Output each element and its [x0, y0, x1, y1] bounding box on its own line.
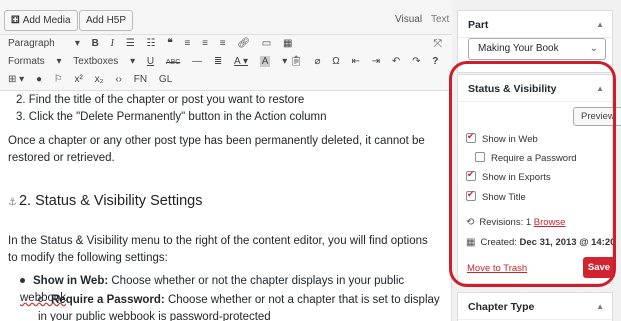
- link-icon[interactable]: 🔗︎: [237, 38, 250, 49]
- webbook-word: webbook: [108, 311, 156, 321]
- blockquote-icon[interactable]: ❝: [167, 38, 172, 49]
- anchor-icon[interactable]: ⚐: [54, 74, 63, 85]
- toolbar-toggle-icon[interactable]: ▦: [283, 38, 292, 49]
- tab-text[interactable]: Text: [431, 14, 449, 25]
- revisions-info: ⟲ Revisions: 1 Browse: [466, 217, 566, 228]
- move-to-trash-link[interactable]: Move to Trash: [467, 263, 527, 274]
- undo-icon[interactable]: ↶: [392, 56, 400, 67]
- created-info: ▦ Created: Dec 31, 2013 @ 14:20: [466, 237, 616, 248]
- media-bar: ⚃ Add Media Add H5P Visual Text: [0, 0, 452, 34]
- part-select[interactable]: Making Your Book ⌄: [468, 38, 606, 60]
- add-h5p-button[interactable]: Add H5P: [79, 10, 134, 31]
- formats-select[interactable]: Formats ▾: [8, 56, 61, 67]
- textboxes-select[interactable]: Textboxes ▾: [73, 56, 135, 67]
- align-justify-icon[interactable]: ≣: [214, 56, 222, 67]
- subscript-icon[interactable]: x₂: [95, 74, 104, 85]
- require-password-checkbox[interactable]: [475, 152, 485, 162]
- superscript-icon[interactable]: x²: [75, 74, 83, 85]
- italic-icon[interactable]: I: [111, 38, 114, 49]
- bullet-circle-icon: [38, 297, 43, 303]
- redo-icon[interactable]: ↷: [412, 56, 420, 67]
- toolbar-row-1: Paragraph ▾ B I ☰ ☷ ❝ ≡ ≡ ≡ 🔗︎ ▭ ▦: [8, 38, 301, 56]
- preview-button[interactable]: Preview: [573, 107, 621, 126]
- code-icon[interactable]: ‹›: [115, 74, 122, 85]
- footnote-button[interactable]: FN: [134, 74, 147, 85]
- help-icon[interactable]: ?: [432, 56, 438, 67]
- strikethrough-icon[interactable]: ABC: [166, 59, 180, 66]
- show-title-option[interactable]: Show Title: [466, 189, 526, 203]
- content-editor: ⚃ Add Media Add H5P Visual Text Paragraph…: [0, 0, 452, 321]
- chevron-down-icon: ⌄: [589, 43, 598, 54]
- toolbar-row-3: ⊞ ▾ ● ⚐ x² x₂ ‹› FN GL: [8, 74, 181, 92]
- bullet-require-password: Require a Password: Choose whether or no…: [38, 294, 440, 321]
- tab-visual[interactable]: Visual: [395, 14, 422, 25]
- show-in-web-checkbox[interactable]: [466, 131, 476, 143]
- show-in-web-option[interactable]: Show in Web: [466, 131, 538, 145]
- media-embed-icon[interactable]: ●: [36, 74, 42, 85]
- bullet-dot-icon: [20, 278, 25, 284]
- section-heading: ⚓︎ 2. Status & Visibility Settings: [8, 193, 203, 209]
- clear-format-icon[interactable]: ⌀: [314, 56, 320, 67]
- outdent-icon[interactable]: ⇤: [352, 56, 360, 67]
- align-right-icon[interactable]: ≡: [220, 38, 226, 49]
- glossary-button[interactable]: GL: [159, 74, 172, 85]
- save-button[interactable]: Save: [583, 257, 615, 278]
- paste-text-icon[interactable]: ▾ 📋︎: [282, 56, 303, 67]
- table-icon[interactable]: ⊞ ▾: [8, 74, 24, 85]
- chapter-type-header[interactable]: Chapter Type ▲: [458, 293, 612, 320]
- part-panel: Part ▲ Making Your Book ⌄: [457, 10, 613, 73]
- collapse-icon[interactable]: ▲: [596, 302, 604, 311]
- chapter-type-panel: Chapter Type ▲: [457, 292, 613, 321]
- underline-icon[interactable]: U: [147, 56, 154, 67]
- align-left-icon[interactable]: ≡: [184, 38, 190, 49]
- background-color-icon[interactable]: A: [259, 56, 271, 67]
- text-color-icon[interactable]: A ▾: [234, 56, 248, 67]
- list-item-step-3: 3. Click the "Delete Permanently" button…: [16, 111, 327, 123]
- collapse-icon[interactable]: ▲: [596, 84, 604, 93]
- calendar-icon: ▦: [466, 237, 476, 248]
- paragraph-select[interactable]: Paragraph ▾: [8, 38, 80, 49]
- history-icon: ⟲: [466, 217, 475, 228]
- anchor-icon: ⚓︎: [8, 197, 17, 208]
- collapse-icon[interactable]: ▲: [596, 20, 604, 29]
- show-title-checkbox[interactable]: [466, 189, 476, 201]
- add-media-button[interactable]: ⚃ Add Media: [4, 10, 78, 31]
- editor-toolbar: Paragraph ▾ B I ☰ ☷ ❝ ≡ ≡ ≡ 🔗︎ ▭ ▦ ⤧ For…: [0, 34, 452, 91]
- toolbar-row-2: Formats ▾ Textboxes ▾ U ABC — ≣ A ▾ A ▾ …: [8, 56, 447, 74]
- special-char-icon[interactable]: Ω: [332, 56, 339, 67]
- numbered-list-icon[interactable]: ☷: [147, 38, 156, 49]
- align-center-icon[interactable]: ≡: [202, 38, 208, 49]
- media-icon: ⚃: [11, 15, 20, 26]
- bullet-list-icon[interactable]: ☰: [126, 38, 135, 49]
- readmore-icon[interactable]: ▭: [262, 38, 271, 49]
- indent-icon[interactable]: ⇥: [372, 56, 380, 67]
- list-item-step-2: 2. Find the title of the chapter or post…: [16, 94, 305, 106]
- fullscreen-icon[interactable]: ⤧: [433, 38, 442, 51]
- show-in-exports-option[interactable]: Show in Exports: [466, 169, 551, 183]
- browse-link[interactable]: Browse: [534, 217, 566, 228]
- horizontal-rule-icon[interactable]: —: [192, 56, 202, 67]
- show-in-exports-checkbox[interactable]: [466, 169, 476, 181]
- status-panel-header[interactable]: Status & Visibility ▲: [458, 75, 612, 102]
- bold-icon[interactable]: B: [92, 38, 99, 49]
- require-password-option[interactable]: Require a Password: [475, 152, 577, 164]
- paragraph-status-intro: In the Status & Visibility menu to the r…: [8, 235, 428, 264]
- paragraph-deleted-notice: Once a chapter or any other post type ha…: [8, 135, 425, 164]
- part-panel-header[interactable]: Part ▲: [458, 11, 612, 38]
